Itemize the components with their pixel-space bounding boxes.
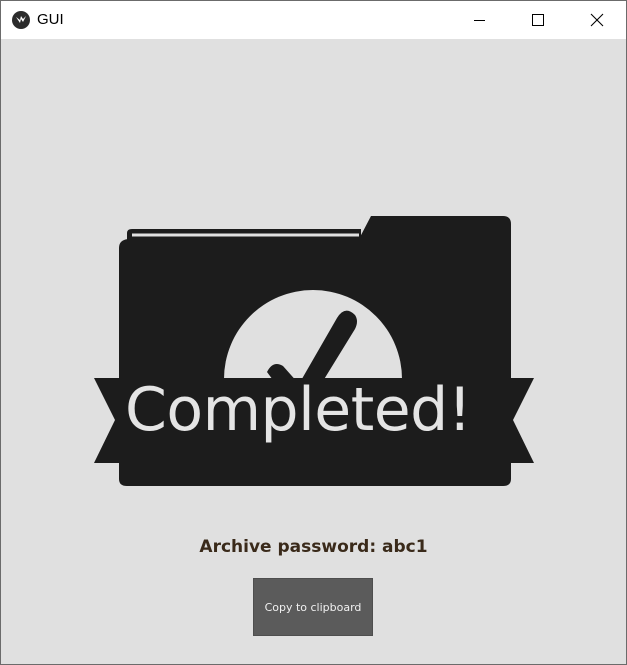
- title-bar[interactable]: GUI: [1, 1, 626, 39]
- completed-label: Completed!: [125, 375, 472, 445]
- minimize-button[interactable]: [450, 1, 508, 39]
- folder-checkmark-icon: [94, 216, 534, 486]
- close-button[interactable]: [567, 1, 625, 39]
- copy-to-clipboard-button[interactable]: Copy to clipboard: [253, 578, 373, 636]
- close-icon: [590, 13, 604, 27]
- window-title: GUI: [37, 11, 64, 28]
- minimize-icon: [474, 20, 485, 21]
- content-area: Completed! Archive password: abc1 Copy t…: [1, 39, 626, 664]
- maximize-button[interactable]: [509, 1, 567, 39]
- app-window: GUI Completed! Archive password: abc1 Co…: [0, 0, 627, 665]
- kivy-logo-icon: [12, 11, 30, 29]
- maximize-icon: [532, 14, 544, 26]
- archive-password-label: Archive password: abc1: [199, 537, 428, 557]
